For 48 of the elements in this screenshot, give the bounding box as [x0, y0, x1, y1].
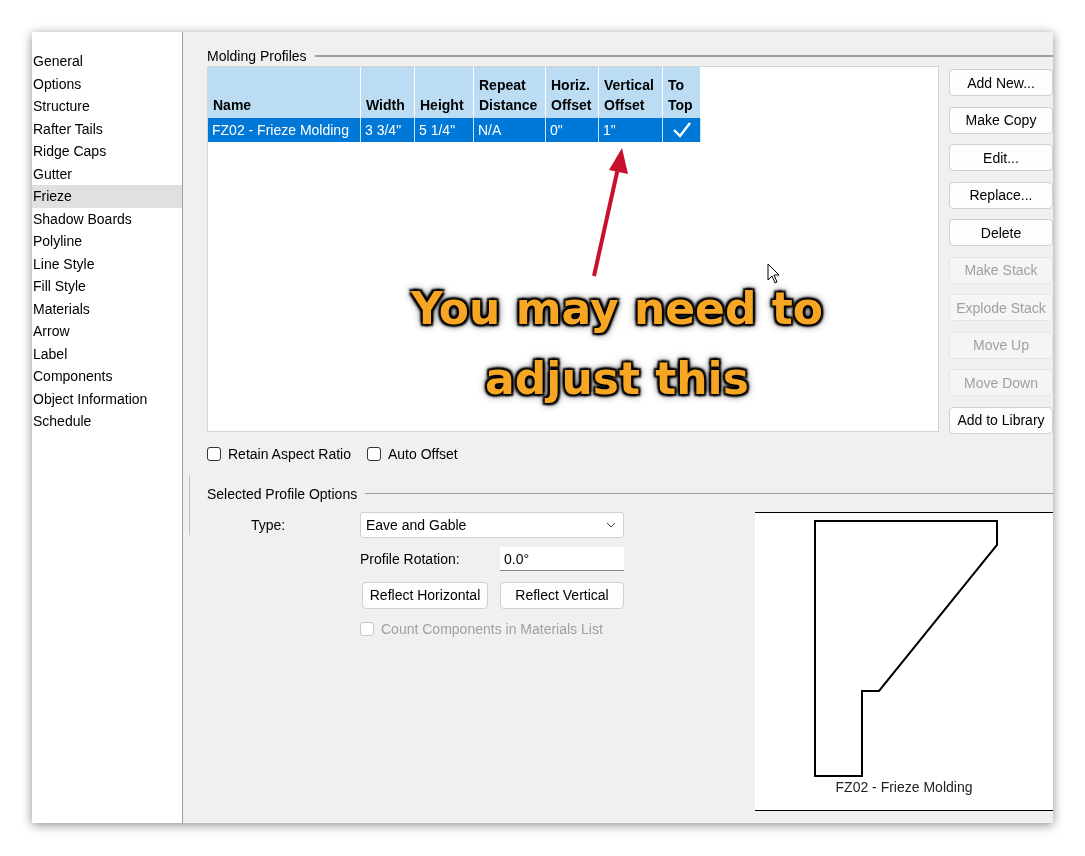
table-cell: 0"	[546, 118, 599, 142]
sidebar-item[interactable]: Schedule	[32, 410, 182, 433]
sidebar-item[interactable]: Structure	[32, 95, 182, 118]
type-dropdown[interactable]: Eave and Gable	[360, 511, 624, 538]
checkbox[interactable]	[366, 446, 381, 461]
sidebar-item[interactable]: Shadow Boards	[32, 207, 182, 230]
checkbox-label: Count Components in Materials List	[381, 620, 603, 637]
group-title: Selected Profile Options	[207, 485, 358, 502]
checkbox[interactable]	[207, 446, 221, 461]
sidebar-item[interactable]: Frieze	[32, 185, 182, 208]
action-button[interactable]: Add New...	[949, 69, 1053, 96]
field-label: Type:	[250, 516, 287, 533]
sidebar-item[interactable]: Object Information	[32, 387, 182, 410]
table-cell: FZ02 - Frieze Molding	[208, 118, 361, 142]
table-cell: 5 1/4"	[415, 118, 474, 142]
action-button[interactable]: Add to Library	[949, 406, 1053, 434]
chevron-down-icon	[606, 521, 616, 528]
sidebar-item[interactable]: General	[32, 50, 182, 73]
sidebar-item[interactable]: Label	[32, 342, 182, 365]
splitter-handle[interactable]	[189, 475, 190, 535]
sidebar-item[interactable]: Options	[32, 72, 182, 95]
sidebar-item[interactable]: Ridge Caps	[32, 140, 182, 163]
table-cell: 3 3/4"	[361, 118, 415, 142]
sidebar-item[interactable]: Arrow	[32, 320, 182, 343]
action-button[interactable]: Edit...	[949, 144, 1053, 171]
action-button[interactable]: Make Copy	[949, 106, 1053, 134]
group-title: Molding Profiles	[207, 48, 307, 64]
annotation-text: You may need to adjust this	[410, 282, 824, 406]
checkbox-label: Retain Aspect Ratio	[228, 445, 351, 462]
field-label: Profile Rotation:	[360, 550, 461, 567]
preview-caption: FZ02 - Frieze Molding	[834, 778, 974, 795]
rotation-input[interactable]: 0.0°	[500, 546, 624, 571]
sidebar-item[interactable]: Rafter Tails	[32, 117, 182, 140]
action-button[interactable]: Delete	[949, 219, 1053, 246]
reflect-button[interactable]: Reflect Horizontal	[362, 581, 488, 609]
sidebar-item[interactable]: Polyline	[32, 230, 182, 253]
mouse-cursor-icon	[767, 263, 781, 285]
reflect-button[interactable]: Reflect Vertical	[500, 581, 624, 609]
table-cell: 1"	[599, 118, 663, 142]
sidebar-item[interactable]: Components	[32, 365, 182, 388]
sidebar-item[interactable]: Gutter	[32, 162, 182, 185]
checkbox-label: Auto Offset	[387, 445, 458, 462]
sidebar-item[interactable]: Materials	[32, 297, 182, 320]
sidebar-item[interactable]: Fill Style	[32, 275, 182, 298]
action-button[interactable]: Replace...	[949, 181, 1053, 209]
table-cell: N/A	[474, 118, 546, 142]
table-row[interactable]: FZ02 - Frieze Molding 3 3/4" 5 1/4" N/A 0" 1"	[208, 118, 701, 142]
sidebar-item[interactable]: Line Style	[32, 252, 182, 275]
